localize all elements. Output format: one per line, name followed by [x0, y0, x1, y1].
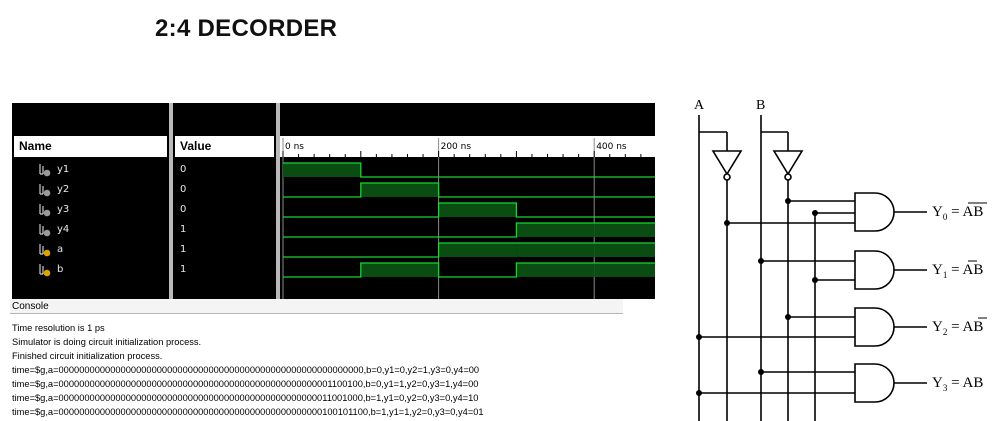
time-label: 400 ns [596, 142, 627, 152]
waveform-pane[interactable]: 0 ns 200 ns 400 ns [280, 103, 655, 299]
output-label-y1: Y1 = AB [932, 262, 983, 280]
wave-high-segment [283, 163, 361, 177]
wave-high-segment [438, 243, 517, 257]
output-signal-icon [39, 183, 51, 197]
console-panel: Console Time resolution is 1 ps Simulator… [10, 299, 623, 421]
input-signal-icon [39, 263, 51, 277]
signal-row[interactable]: b [12, 260, 169, 280]
signal-name: y2 [57, 184, 70, 195]
output-name: Y [932, 375, 943, 391]
signal-row[interactable]: y2 [12, 180, 169, 200]
output-name: Y [932, 262, 943, 278]
name-column-header[interactable]: Name [14, 136, 167, 157]
wave-y2[interactable] [283, 182, 655, 198]
signal-value: 0 [180, 164, 187, 175]
signal-value: 0 [180, 204, 187, 215]
signal-value: 1 [180, 264, 187, 275]
value-column-header[interactable]: Value [175, 136, 274, 157]
signal-value-row[interactable]: 0 [173, 160, 276, 180]
signal-name-pane: Name y1 y2 y3 y4 a b [12, 103, 169, 299]
wave-high-segment [594, 263, 655, 277]
output-name: Y [932, 204, 943, 220]
page-title: 2:4 DECORDER [155, 15, 338, 42]
console-line: time=$g,a=000000000000000000000000000000… [12, 365, 480, 375]
decoder-circuit-diagram: A B Y0 = AB Y1 = AB Y2 = AB Y3 = AB [694, 98, 987, 421]
input-signal-icon [39, 243, 51, 257]
console-line: Time resolution is 1 ps [12, 323, 105, 333]
wave-high-segment [516, 223, 595, 237]
waveform-canvas[interactable]: 0 ns 200 ns 400 ns [280, 103, 655, 299]
signal-value-row[interactable]: 1 [173, 260, 276, 280]
output-signal-icon [39, 203, 51, 217]
console-line: Simulator is doing circuit initializatio… [12, 337, 202, 347]
console-line: time=$g,a=000000000000000000000000000000… [12, 379, 479, 389]
signal-name: a [57, 244, 64, 255]
waveform-viewer: Name y1 y2 y3 y4 a b Value 0 0 0 1 1 1 0 ns 200 ns 4… [12, 103, 655, 299]
equals-sign: = [947, 319, 962, 335]
output-name: Y [932, 319, 943, 335]
input-a-label: A [694, 98, 705, 113]
equals-sign: = [947, 262, 962, 278]
equals-sign: = [947, 375, 962, 391]
signal-value-row[interactable]: 1 [173, 220, 276, 240]
output-expression: AB [962, 204, 983, 220]
signal-name: y1 [57, 164, 70, 175]
signal-name: y3 [57, 204, 70, 215]
wave-high-segment [594, 223, 655, 237]
output-signal-icon [39, 223, 51, 237]
input-b-label: B [756, 98, 765, 113]
output-expression: AB [962, 262, 983, 278]
output-label-y2: Y2 = AB [932, 319, 983, 337]
wave-high-segment [360, 263, 439, 277]
signal-row[interactable]: a [12, 240, 169, 260]
signal-value-row[interactable]: 0 [173, 200, 276, 220]
signal-value-pane: Value 0 0 0 1 1 1 [173, 103, 276, 299]
console-output: Time resolution is 1 ps Simulator is doin… [12, 321, 623, 419]
equals-sign: = [947, 204, 962, 220]
output-expression: AB [962, 319, 983, 335]
console-line: time=$g,a=000000000000000000000000000000… [12, 393, 479, 403]
output-label-y3: Y3 = AB [932, 375, 983, 393]
wave-high-segment [360, 183, 439, 197]
console-line: Finished circuit initialization process. [12, 351, 163, 361]
signal-row[interactable]: y1 [12, 160, 169, 180]
time-label: 0 ns [285, 142, 304, 152]
output-expression: AB [962, 375, 983, 391]
wave-high-segment [438, 203, 517, 217]
console-tab[interactable]: Console [10, 299, 623, 314]
wave-high-segment [516, 243, 595, 257]
wave-high-segment [516, 263, 595, 277]
signal-value: 1 [180, 244, 187, 255]
signal-row[interactable]: y4 [12, 220, 169, 240]
console-line: time=$g,a=000000000000000000000000000000… [12, 407, 484, 417]
output-signal-icon [39, 163, 51, 177]
signal-name: y4 [57, 224, 70, 235]
signal-value-row[interactable]: 1 [173, 240, 276, 260]
wave-high-segment [594, 243, 655, 257]
signal-row[interactable]: y3 [12, 200, 169, 220]
signal-value-row[interactable]: 0 [173, 180, 276, 200]
signal-value: 1 [180, 224, 187, 235]
output-label-y0: Y0 = AB [932, 204, 983, 222]
time-label: 200 ns [441, 142, 472, 152]
signal-name: b [57, 264, 64, 275]
signal-value: 0 [180, 184, 187, 195]
